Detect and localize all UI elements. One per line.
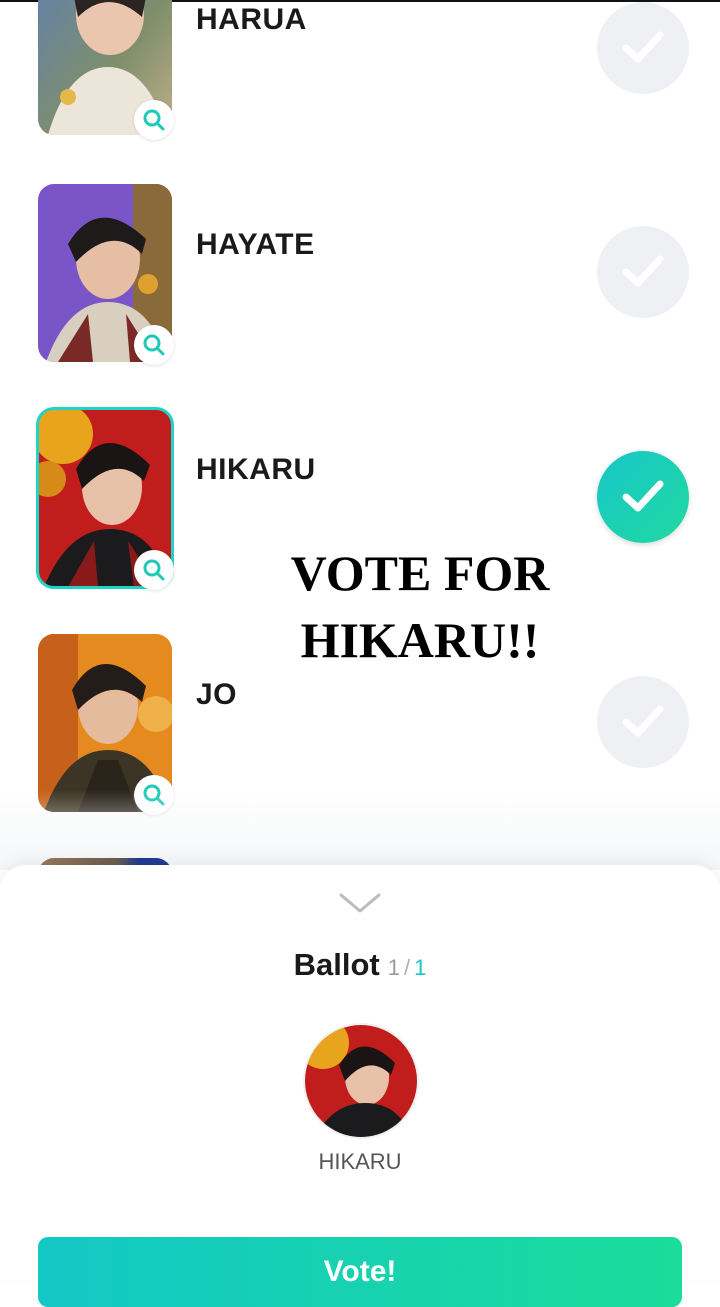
chevron-down-icon[interactable]: [338, 891, 382, 920]
ballot-total: 1: [414, 955, 427, 980]
candidate-row-hayate[interactable]: HAYATE: [0, 180, 720, 405]
ballot-selected-name: HIKARU: [318, 1149, 402, 1174]
candidate-name: HARUA: [196, 3, 307, 36]
ballot-separator: /: [404, 955, 411, 980]
avatar[interactable]: [303, 1023, 419, 1139]
search-icon[interactable]: [134, 550, 174, 590]
check-icon[interactable]: [597, 226, 689, 318]
overlay-line-1: VOTE FOR: [290, 545, 550, 601]
candidate-name: JO: [196, 678, 238, 711]
overlay-line-2: HIKARU!!: [300, 612, 540, 668]
vote-overlay-caption: VOTE FOR HIKARU!!: [270, 540, 570, 674]
search-icon[interactable]: [134, 100, 174, 140]
ballot-title: Ballot 1/1: [0, 947, 720, 983]
check-icon[interactable]: [597, 451, 689, 543]
candidate-name: HAYATE: [196, 228, 315, 261]
ballot-current: 1: [387, 955, 400, 980]
search-icon[interactable]: [134, 325, 174, 365]
candidate-name: HIKARU: [196, 453, 316, 486]
vote-button[interactable]: Vote!: [38, 1237, 682, 1307]
ballot-sheet: Ballot 1/1 HIKARU Vote!: [0, 865, 720, 1307]
ballot-count: 1/1: [388, 955, 427, 980]
ballot-label: Ballot: [293, 947, 380, 982]
check-icon[interactable]: [597, 676, 689, 768]
candidate-row-harua[interactable]: HARUA: [0, 0, 720, 180]
check-icon[interactable]: [597, 2, 689, 94]
